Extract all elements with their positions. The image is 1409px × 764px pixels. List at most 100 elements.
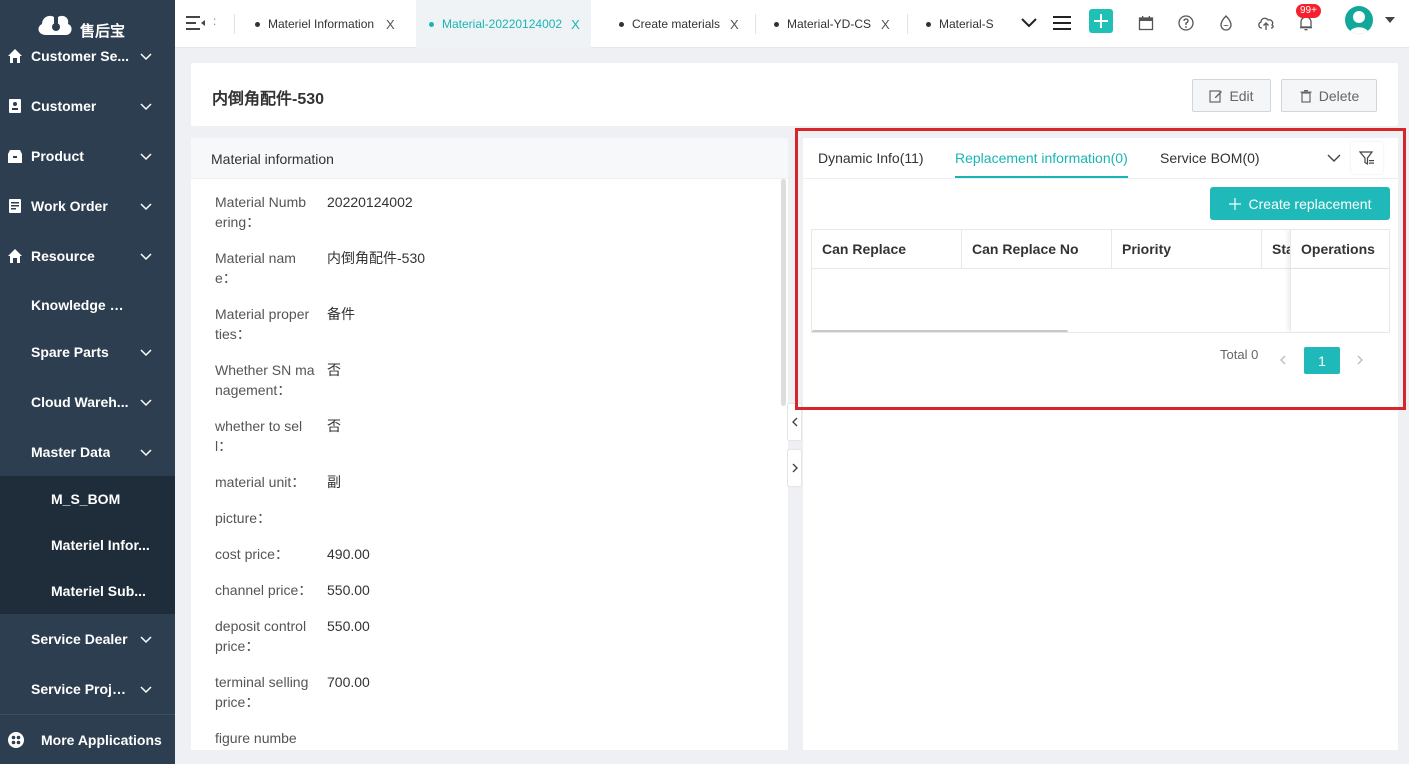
field-label: figure numbe <box>215 730 297 746</box>
column-header-operations[interactable]: Operations <box>1290 230 1389 269</box>
tab-dot <box>774 21 779 27</box>
sidebar-item-master-data[interactable]: Master Data <box>0 427 175 477</box>
calendar-icon[interactable] <box>1135 12 1157 34</box>
field-value: 否 <box>327 418 341 434</box>
tab-separator <box>907 14 908 34</box>
sidebar-item-service-dealer[interactable]: Service Dealer <box>0 614 175 664</box>
operations-column <box>1290 269 1389 331</box>
tab-service-bom[interactable]: Service BOM(0) <box>1160 150 1260 166</box>
detail-tabs-panel: Dynamic Info(11) Replacement information… <box>803 138 1398 750</box>
page-number-button[interactable]: 1 <box>1304 347 1340 374</box>
horizontal-scrollbar[interactable] <box>812 330 1068 332</box>
next-page-icon[interactable] <box>1354 354 1366 366</box>
tab-dot <box>255 21 260 27</box>
edit-label: Edit <box>1229 87 1254 104</box>
chevron-down-icon <box>140 449 152 457</box>
prev-page-icon[interactable] <box>1277 354 1289 366</box>
tab-close-icon[interactable]: X <box>571 17 580 32</box>
hamburger-menu-icon[interactable] <box>1051 12 1073 34</box>
tab-materiel-information[interactable]: Materiel Information X <box>255 0 395 48</box>
field-label: whether to sel l： <box>215 418 303 454</box>
chevron-down-icon <box>140 349 152 357</box>
sidebar-item-label: M_S_BOM <box>51 491 121 507</box>
chevron-down-icon <box>140 399 152 407</box>
more-applications-button[interactable]: More Applications <box>0 714 175 764</box>
tab-material-20220124002[interactable]: Material-20220124002 X <box>416 0 591 48</box>
tab-dynamic-info[interactable]: Dynamic Info(11) <box>818 150 924 166</box>
tab-replacement-information[interactable]: Replacement information(0) <box>955 150 1128 166</box>
tab-separator <box>755 14 756 34</box>
tab-label: Material-YD-CS <box>787 17 872 31</box>
sidebar-item-service-project[interactable]: Service Project <box>0 664 175 714</box>
sidebar-item-label: Service Project <box>31 681 131 697</box>
tab-overflow-dots[interactable]: : <box>213 14 216 28</box>
tab-dot <box>926 21 931 27</box>
delete-label: Delete <box>1318 87 1360 104</box>
field-value: 否 <box>327 362 341 378</box>
delete-button[interactable]: Delete <box>1281 79 1377 112</box>
field-label: Material proper ties： <box>215 306 310 342</box>
tab-close-icon[interactable]: X <box>730 17 739 32</box>
scrollbar-thumb[interactable] <box>781 179 786 406</box>
tab-dot <box>429 21 434 27</box>
trash-icon <box>1300 89 1312 103</box>
page-header: 内倒角配件-530 Edit Delete <box>191 63 1398 126</box>
tab-label: Material-20220124002 <box>442 17 563 31</box>
sidebar-item-spare-parts[interactable]: Spare Parts <box>0 327 175 377</box>
sidebar-item-label: Work Order <box>31 198 108 214</box>
edit-button[interactable]: Edit <box>1192 79 1271 112</box>
tab-label: Create materials <box>632 17 721 31</box>
chevron-down-icon <box>140 686 152 694</box>
column-header[interactable]: Can Replace <box>812 230 962 269</box>
chevron-down-icon <box>140 153 152 161</box>
add-new-button[interactable] <box>1089 9 1113 33</box>
field-material-number: Material Numb ering： 20220124002 <box>215 192 775 232</box>
chevron-down-icon <box>140 253 152 261</box>
sidebar-item-label: Service Dealer <box>31 631 128 647</box>
menu-collapse-icon[interactable] <box>186 14 206 32</box>
user-avatar[interactable] <box>1345 6 1373 34</box>
tab-material-yd-cs[interactable]: Material-YD-CS X <box>774 0 890 48</box>
sidebar-item-resource[interactable]: Resource <box>0 231 175 281</box>
collapse-left-button[interactable] <box>787 403 802 441</box>
chevron-down-icon <box>140 53 152 61</box>
sidebar-item-materiel-information[interactable]: Materiel Infor... <box>0 522 175 568</box>
sidebar-item-product[interactable]: Product <box>0 131 175 181</box>
column-header[interactable]: Can Replace No <box>962 230 1112 269</box>
sidebar-item-label: Customer <box>31 98 97 114</box>
field-label: material unit： <box>215 474 306 490</box>
sidebar-item-m-s-bom[interactable]: M_S_BOM <box>0 476 175 522</box>
column-header[interactable]: Priority <box>1112 230 1262 269</box>
tabs-dropdown-icon[interactable] <box>1018 12 1040 34</box>
sidebar-item-work-order[interactable]: Work Order <box>0 181 175 231</box>
create-replacement-button[interactable]: Create replacement <box>1210 187 1390 220</box>
tab-close-icon[interactable]: X <box>881 17 890 32</box>
collapse-right-button[interactable] <box>787 449 802 487</box>
cloud-upload-icon[interactable] <box>1255 12 1277 34</box>
tab-create-materials[interactable]: Create materials X <box>619 0 739 48</box>
sidebar-item-materiel-sub[interactable]: Materiel Sub... <box>0 568 175 614</box>
sidebar-item-customer[interactable]: Customer <box>0 81 175 131</box>
chevron-down-icon[interactable] <box>1326 150 1342 166</box>
help-icon[interactable] <box>1175 12 1197 34</box>
theme-icon[interactable] <box>1215 12 1237 34</box>
sidebar-item-customer-service[interactable]: Customer Se... <box>0 31 175 81</box>
filter-button[interactable] <box>1351 142 1383 174</box>
field-value: 备件 <box>327 306 355 322</box>
tab-close-icon[interactable]: X <box>386 17 395 32</box>
sidebar-item-cloud-warehouse[interactable]: Cloud Wareh... <box>0 377 175 427</box>
field-value: 20220124002 <box>327 194 413 210</box>
sidebar-item-knowledge-base[interactable]: Knowledge B... <box>0 280 175 330</box>
field-channel-price: channel price： 550.00 <box>215 580 775 600</box>
sidebar-item-label: Knowledge B... <box>31 297 131 313</box>
sidebar-item-label: Materiel Infor... <box>51 537 150 553</box>
sidebar: 售后宝 Customer Se... Customer Product Work… <box>0 0 175 764</box>
detail-tabs: Dynamic Info(11) Replacement information… <box>803 138 1398 179</box>
home-icon <box>8 249 22 263</box>
material-info-panel: Material information Material Numb ering… <box>191 138 788 750</box>
field-deposit-control-price: deposit control price： 550.00 <box>215 616 775 656</box>
tab-material-s[interactable]: Material-S <box>926 0 994 48</box>
field-label: Whether SN ma nagement： <box>215 362 315 398</box>
caret-down-icon[interactable] <box>1384 14 1396 26</box>
replacement-table: Can Replace Can Replace No Priority Sta … <box>811 229 1390 333</box>
